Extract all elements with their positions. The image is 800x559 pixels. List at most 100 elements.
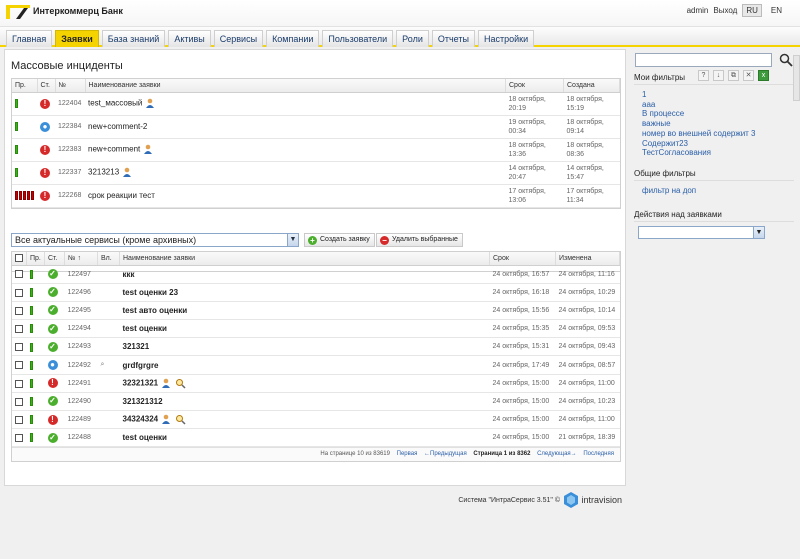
- col-attach[interactable]: Вл.: [97, 252, 120, 266]
- user-assign-icon[interactable]: [161, 378, 172, 389]
- copy-icon[interactable]: ⧉: [728, 70, 739, 81]
- col-due[interactable]: Срок: [505, 79, 564, 93]
- col-status[interactable]: Ст.: [37, 79, 56, 93]
- row-checkbox[interactable]: [15, 343, 23, 352]
- pager-last[interactable]: Последняя: [583, 451, 614, 457]
- row-checkbox[interactable]: [15, 361, 23, 370]
- chevron-down-icon[interactable]: ▼: [753, 227, 764, 238]
- tab-8[interactable]: Отчеты: [431, 30, 475, 47]
- table-row[interactable]: ✓ 122495 test авто оценки 24 октября, 15:56…: [12, 301, 620, 321]
- lang-ru[interactable]: RU: [742, 4, 762, 17]
- table-row[interactable]: ! 122383 new+comment 18 октября, 13:36 18 ок…: [12, 138, 620, 162]
- user-link[interactable]: admin: [687, 6, 709, 15]
- help-icon[interactable]: ?: [698, 70, 709, 81]
- col-number[interactable]: № ↑: [64, 252, 98, 266]
- request-name[interactable]: new+comment-2: [88, 122, 147, 131]
- user-assign-icon[interactable]: [122, 167, 133, 178]
- row-checkbox[interactable]: [15, 415, 23, 424]
- request-name[interactable]: test оценки: [123, 324, 167, 333]
- filter-link[interactable]: ТестСогласования: [642, 148, 756, 158]
- filter-down-icon[interactable]: ↓: [713, 70, 724, 81]
- col-name[interactable]: Наименование заявки: [85, 79, 506, 93]
- request-name[interactable]: 321321: [123, 342, 150, 351]
- user-assign-icon[interactable]: [145, 98, 156, 109]
- table-row[interactable]: ✓ 122496 test оценки 23 24 октября, 16:18 24…: [12, 283, 620, 302]
- request-name[interactable]: test оценки 23: [123, 288, 179, 297]
- table-row[interactable]: ● 122384 new+comment-2 19 октября, 00:34 18 …: [12, 115, 620, 139]
- col-changed[interactable]: Изменена: [555, 252, 620, 266]
- tab-7[interactable]: Роли: [396, 30, 429, 47]
- request-name[interactable]: new+comment: [88, 145, 140, 154]
- user-assign-icon[interactable]: [143, 144, 154, 155]
- row-checkbox[interactable]: [15, 397, 23, 406]
- request-name[interactable]: ккк: [123, 270, 135, 279]
- col-number[interactable]: №: [55, 79, 86, 93]
- search-input[interactable]: [635, 53, 772, 67]
- request-name[interactable]: 321321312: [123, 397, 163, 406]
- pager-next[interactable]: Следующая→: [537, 451, 577, 457]
- row-checkbox[interactable]: [15, 306, 23, 315]
- pager-prev[interactable]: ←Предыдущая: [424, 451, 467, 457]
- request-name[interactable]: test_массовый: [88, 99, 142, 108]
- table-row[interactable]: ! 122337 3213213 14 октября, 20:47 14 октябр…: [12, 161, 620, 185]
- col-priority[interactable]: Пр.: [26, 252, 45, 266]
- logout-link[interactable]: Выход: [713, 6, 737, 15]
- filter-link[interactable]: 1: [642, 90, 756, 100]
- tab-6[interactable]: Пользователи: [322, 30, 394, 47]
- tab-0[interactable]: Главная: [6, 30, 53, 47]
- chevron-down-icon[interactable]: ▼: [287, 234, 298, 246]
- pager-first[interactable]: Первая: [397, 451, 418, 457]
- table-row[interactable]: ✓ 122490 321321312 24 октября, 15:00 24 октя…: [12, 392, 620, 412]
- paperclip-icon[interactable]: ⌕: [101, 361, 105, 368]
- filter-link[interactable]: Содержит23: [642, 139, 756, 149]
- excel-export-icon[interactable]: x: [758, 70, 769, 81]
- table-row[interactable]: ! 122489 34324324 24 октября, 15:00 24 октяб…: [12, 410, 620, 430]
- col-due[interactable]: Срок: [489, 252, 556, 266]
- table-row[interactable]: ! 122404 test_массовый 18 октября, 20:19 18 …: [12, 92, 620, 116]
- request-name[interactable]: grdfgrgre: [123, 361, 159, 370]
- filter-link[interactable]: В процессе: [642, 109, 756, 119]
- magnifier-icon[interactable]: [175, 378, 186, 389]
- request-name[interactable]: test авто оценки: [123, 306, 188, 315]
- row-checkbox[interactable]: [15, 270, 23, 279]
- table-row[interactable]: ! 122268 срок реакции тест 17 октября, 13:0…: [12, 184, 620, 208]
- row-checkbox[interactable]: [15, 325, 23, 334]
- service-select[interactable]: Все актуальные сервисы (кроме архивных) …: [11, 233, 299, 247]
- select-all-checkbox[interactable]: [15, 254, 23, 263]
- table-row[interactable]: ✓ 122494 test оценки 24 октября, 15:35 24 ок…: [12, 319, 620, 339]
- request-name[interactable]: 3213213: [88, 168, 119, 177]
- filter-link[interactable]: важные: [642, 119, 756, 129]
- col-status[interactable]: Ст.: [44, 252, 65, 266]
- request-name[interactable]: 34324324: [123, 415, 159, 424]
- col-priority[interactable]: Пр.: [12, 79, 38, 93]
- tab-3[interactable]: Активы: [168, 30, 211, 47]
- table-row[interactable]: ! 122491 32321321 24 октября, 15:00 24 октяб…: [12, 374, 620, 393]
- user-assign-icon[interactable]: [161, 414, 172, 425]
- tab-2[interactable]: База знаний: [101, 30, 166, 47]
- table-row[interactable]: ● 122492 ⌕ grdfgrgre 24 октября, 17:49 24 окт…: [12, 355, 620, 375]
- sidebar-scrollbar[interactable]: [793, 55, 800, 101]
- common-filter-link[interactable]: фильтр на доп: [642, 186, 696, 195]
- delete-selected-button[interactable]: − Удалить выбранные: [376, 233, 463, 247]
- delete-filter-icon[interactable]: ✕: [743, 70, 754, 81]
- search-icon[interactable]: [779, 53, 793, 67]
- col-select-all[interactable]: [12, 252, 27, 266]
- col-created[interactable]: Создана: [563, 79, 620, 93]
- request-name[interactable]: test оценки: [123, 433, 167, 442]
- filter-link[interactable]: номер во внешней содержит 3: [642, 129, 756, 139]
- create-request-button[interactable]: + Создать заявку: [304, 233, 375, 247]
- request-name[interactable]: 32321321: [123, 378, 159, 387]
- tab-9[interactable]: Настройки: [477, 30, 535, 47]
- tab-5[interactable]: Компании: [266, 30, 320, 47]
- tab-1[interactable]: Заявки: [55, 30, 99, 47]
- col-name[interactable]: Наименование заявки: [119, 252, 490, 266]
- actions-select[interactable]: ▼: [638, 226, 765, 239]
- magnifier-icon[interactable]: [175, 414, 186, 425]
- table-row[interactable]: ✓ 122497 ккк 24 октября, 16:57 24 октября, 1…: [12, 265, 620, 284]
- request-name[interactable]: срок реакции тест: [88, 191, 155, 200]
- row-checkbox[interactable]: [15, 434, 23, 443]
- row-checkbox[interactable]: [15, 288, 23, 297]
- table-row[interactable]: ✓ 122488 test оценки 24 октября, 15:00 21 ок…: [12, 428, 620, 448]
- row-checkbox[interactable]: [15, 379, 23, 388]
- tab-4[interactable]: Сервисы: [213, 30, 264, 47]
